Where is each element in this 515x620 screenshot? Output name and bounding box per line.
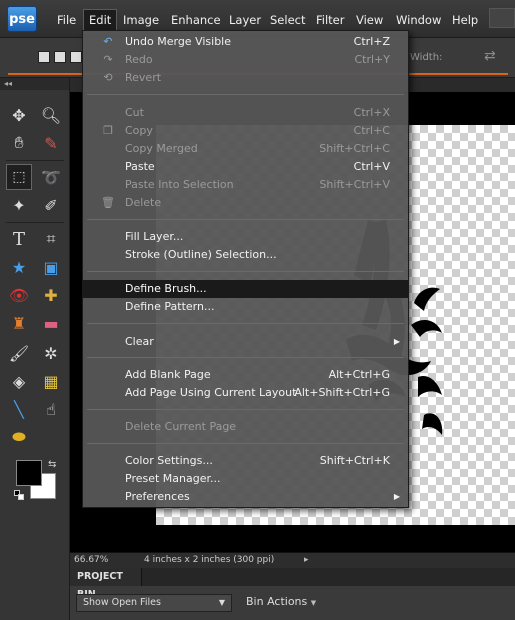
menu-help[interactable]: Help [447,10,483,30]
menu-view[interactable]: View [351,10,388,30]
menu-item-define-brush[interactable]: Define Brush... [83,280,408,298]
toolbox-divider [6,160,64,161]
foreground-color-swatch[interactable] [16,460,42,486]
zoom-level[interactable]: 66.67% [74,553,108,568]
toolbox-divider [6,222,64,223]
chevron-down-icon: ▼ [310,599,317,607]
menu-item-undo[interactable]: ↶ Undo Merge Visible Ctrl+Z [83,33,408,51]
menu-item-copy[interactable]: ❐ Copy Ctrl+C [83,122,408,140]
project-bin-panel: PROJECT BIN Show Open Files ▼ Bin Action… [70,568,515,620]
menu-item-revert[interactable]: ⟲ Revert [83,69,408,87]
option-new-selection-icon[interactable] [38,51,50,63]
menu-layer[interactable]: Layer [224,10,266,30]
swap-dimensions-icon[interactable]: ⇄ [484,48,496,64]
swap-colors-icon[interactable]: ⇆ [48,459,56,470]
project-bin-tab[interactable]: PROJECT BIN [70,568,142,600]
toolbox: ◂◂ ✥ 🔍︎ ✋︎ ✎ ⬚ ➰ ✦ ✐ T ⌗ ★ ▣ 👁︎ ✚ ♜ ▬ 🖌︎… [0,78,70,620]
hand-tool-icon[interactable]: ✋︎ [6,130,32,156]
menu-image[interactable]: Image [118,10,164,30]
toolbox-collapse-icon[interactable]: ◂◂ [0,78,69,90]
menu-item-cut[interactable]: Cut Ctrl+X [83,104,408,122]
menu-filter[interactable]: Filter [311,10,349,30]
trash-icon: 🗑︎ [101,196,115,209]
document-size-info: 4 inches x 2 inches (300 ppi) [144,555,275,565]
cookie-cutter-tool-icon[interactable]: ★ [6,254,32,280]
menu-separator [87,271,404,272]
redo-icon: ↷ [103,53,113,66]
eyedropper-tool-icon[interactable]: ✎ [38,130,64,156]
chevron-down-icon: ▼ [218,598,225,607]
submenu-arrow-icon: ▶ [393,337,400,346]
menu-separator [87,219,404,220]
status-bar: 66.67% 4 inches x 2 inches (300 ppi) ▸ [70,552,515,568]
menu-item-fill-layer[interactable]: Fill Layer... [83,228,408,246]
menu-item-define-pattern[interactable]: Define Pattern... [83,298,408,316]
menu-item-redo[interactable]: ↷ Redo Ctrl+Y [83,51,408,69]
menu-file[interactable]: File [52,10,81,30]
menu-item-delete[interactable]: 🗑︎ Delete [83,194,408,212]
menu-separator [87,357,404,358]
marquee-tool-icon[interactable]: ⬚ [6,164,32,190]
show-open-files-value: Show Open Files [83,597,161,608]
gradient-tool-icon[interactable]: ▦ [38,368,64,394]
menu-item-paste[interactable]: Paste Ctrl+V [83,158,408,176]
menu-separator [87,409,404,410]
status-menu-arrow-icon[interactable]: ▸ [304,553,309,568]
window-control-button[interactable] [489,8,515,28]
move-tool-icon[interactable]: ✥ [6,102,32,128]
undo-icon: ↶ [103,35,113,48]
menu-item-preset-manager[interactable]: Preset Manager... [83,470,408,488]
bin-actions-menu[interactable]: Bin Actions ▼ [246,595,316,608]
submenu-arrow-icon: ▶ [393,492,400,501]
width-label: Width: [410,52,443,63]
menu-item-stroke-selection[interactable]: Stroke (Outline) Selection... [83,246,408,264]
smudge-tool-icon[interactable]: ☝︎ [38,396,64,422]
menu-window[interactable]: Window [391,10,446,30]
smart-brush-tool-icon[interactable]: ✲ [38,340,64,366]
revert-icon: ⟲ [103,71,113,84]
menu-item-copy-merged[interactable]: Copy Merged Shift+Ctrl+C [83,140,408,158]
menu-item-clear[interactable]: Clear ▶ [83,333,408,351]
copy-icon: ❐ [103,124,113,137]
type-tool-icon[interactable]: T [6,226,32,252]
menu-item-add-page-using-layout[interactable]: Add Page Using Current Layout Alt+Shift+… [83,384,408,402]
edit-menu-dropdown: ↶ Undo Merge Visible Ctrl+Z ↷ Redo Ctrl+… [82,30,409,508]
menu-item-color-settings[interactable]: Color Settings... Shift+Ctrl+K [83,452,408,470]
eraser-tool-icon[interactable]: ▬ [38,310,64,336]
menu-separator [87,323,404,324]
quick-selection-tool-icon[interactable]: ✐ [38,192,64,218]
straighten-tool-icon[interactable]: ▣ [38,254,64,280]
magic-wand-tool-icon[interactable]: ✦ [6,192,32,218]
brush-tool-icon[interactable]: 🖌︎ [6,340,32,366]
default-colors-icon[interactable] [14,490,24,500]
menu-item-preferences[interactable]: Preferences ▶ [83,488,408,506]
paint-bucket-tool-icon[interactable]: ◈ [6,368,32,394]
menu-item-delete-current-page[interactable]: Delete Current Page [83,418,408,436]
menu-separator [87,94,404,95]
healing-brush-tool-icon[interactable]: ✚ [38,282,64,308]
menu-enhance[interactable]: Enhance [166,10,226,30]
show-open-files-select[interactable]: Show Open Files ▼ [76,594,232,612]
line-tool-icon[interactable]: ╲ [6,396,32,422]
option-subtract-selection-icon[interactable] [70,51,82,63]
menu-item-add-blank-page[interactable]: Add Blank Page Alt+Ctrl+G [83,366,408,384]
clone-stamp-tool-icon[interactable]: ♜ [6,310,32,336]
menu-edit[interactable]: Edit [83,9,118,31]
sponge-tool-icon[interactable]: ⬬ [6,424,32,450]
zoom-tool-icon[interactable]: 🔍︎ [38,102,64,128]
red-eye-tool-icon[interactable]: 👁︎ [6,282,32,308]
menu-select[interactable]: Select [265,10,310,30]
project-bin-header [142,568,515,586]
bin-actions-label: Bin Actions [246,595,308,608]
menu-separator [87,443,404,444]
option-add-selection-icon[interactable] [54,51,66,63]
app-logo: pse [7,6,37,32]
menu-item-paste-into-selection[interactable]: Paste Into Selection Shift+Ctrl+V [83,176,408,194]
lasso-tool-icon[interactable]: ➰ [38,164,64,190]
crop-tool-icon[interactable]: ⌗ [38,226,64,252]
